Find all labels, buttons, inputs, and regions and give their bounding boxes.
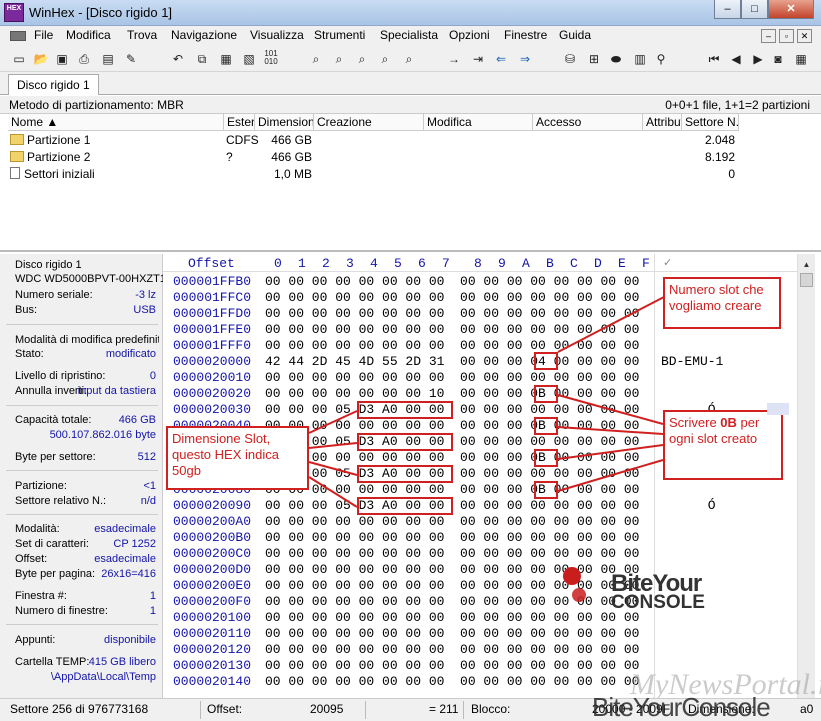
status-value: = 211 <box>429 702 459 716</box>
slot-id-highlight <box>534 449 558 467</box>
logo-text: CONSOLE <box>611 592 705 613</box>
arrow-line <box>557 394 664 425</box>
slot-size-highlight <box>357 497 453 515</box>
status-offset-value: 20095 <box>310 702 344 716</box>
callout-slot-number: Numero slot che vogliamo creare <box>663 277 781 329</box>
status-size-value: a0 <box>800 702 814 716</box>
callout-text: Scrivere <box>669 415 721 430</box>
callout-write-0b: Scrivere 0B per ogni slot creato <box>663 410 783 480</box>
status-offset-label: Offset: <box>207 702 243 716</box>
slot-count-highlight <box>534 352 558 370</box>
divider <box>200 701 201 719</box>
arrow-line <box>557 459 664 492</box>
divider <box>365 701 366 719</box>
slot-id-highlight <box>534 481 558 499</box>
arrow-line <box>308 410 358 434</box>
callout-slot-size: Dimensione Slot, questo HEX indica 50gb <box>166 426 309 490</box>
slot-id-highlight <box>534 417 558 435</box>
status-block-label: Blocco: <box>471 702 511 716</box>
slot-size-highlight <box>357 465 453 483</box>
arrow-line <box>308 461 358 476</box>
slot-size-highlight <box>357 433 453 451</box>
arrow-line <box>557 444 664 460</box>
divider <box>463 701 464 719</box>
slot-size-highlight <box>357 401 453 419</box>
arrow-line <box>308 442 358 449</box>
logo-ball-icon <box>563 567 581 585</box>
arrow-line <box>308 476 358 508</box>
status-sector: Settore 256 di 976773168 <box>10 702 149 716</box>
watermark-bottom: BiteYourConsole <box>592 692 771 721</box>
arrow-line <box>557 426 664 435</box>
callout-bold-text: 0B <box>720 415 737 430</box>
arrow-line <box>557 296 665 353</box>
logo-ball-icon <box>572 588 586 602</box>
selection-marker <box>767 403 789 415</box>
slot-id-highlight <box>534 385 558 403</box>
